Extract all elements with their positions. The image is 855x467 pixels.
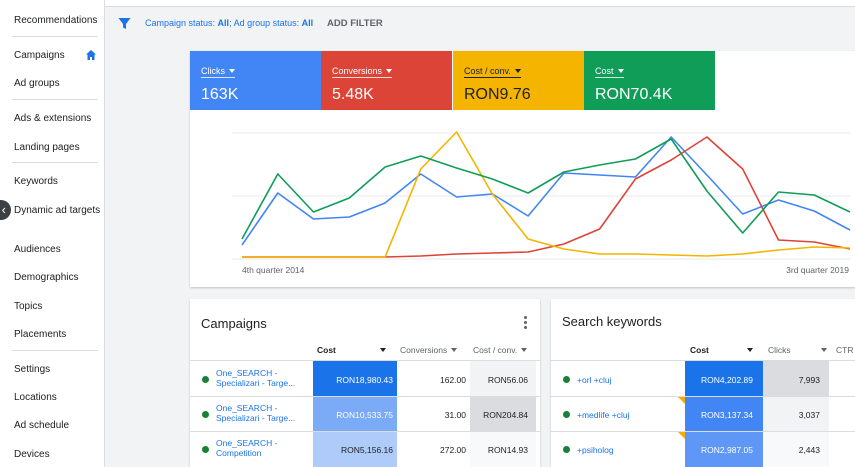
add-filter-button[interactable]: ADD FILTER bbox=[327, 18, 383, 29]
nav-divider bbox=[12, 36, 98, 37]
filter-icon[interactable] bbox=[118, 17, 131, 30]
status-enabled-icon bbox=[202, 446, 209, 453]
x-axis-start-label: 4th quarter 2014 bbox=[242, 265, 305, 275]
nav-recommendations[interactable]: Recommendations bbox=[14, 15, 102, 26]
cost-per-conv-value: RON204.84 bbox=[483, 410, 528, 420]
x-axis-end-label: 3rd quarter 2019 bbox=[786, 265, 849, 275]
nav-dynamic-ad-targets[interactable]: Dynamic ad targets bbox=[14, 205, 102, 216]
column-header-cost[interactable]: Cost bbox=[317, 345, 386, 355]
column-header-ctr[interactable]: CTR bbox=[836, 345, 853, 355]
keyword-link[interactable]: +psiholog bbox=[577, 445, 614, 455]
filter-summary[interactable]: Campaign status: All; Ad group status: A… bbox=[145, 18, 313, 28]
column-header-clicks[interactable]: Clicks bbox=[768, 345, 827, 355]
clicks-value: 7,993 bbox=[798, 375, 820, 385]
status-enabled-icon bbox=[202, 411, 209, 418]
nav-divider bbox=[12, 162, 98, 163]
cost-per-conv-value: RON14.93 bbox=[487, 445, 528, 455]
column-header-cost-per-conv[interactable]: Cost / conv. bbox=[473, 345, 528, 355]
caret-down-icon bbox=[746, 348, 753, 352]
caret-down-icon bbox=[379, 348, 386, 352]
nav-audiences[interactable]: Audiences bbox=[14, 244, 102, 255]
nav-demographics[interactable]: Demographics bbox=[14, 272, 102, 283]
keyword-link[interactable]: +orl +cluj bbox=[577, 375, 612, 385]
caret-down-icon bbox=[451, 348, 458, 352]
status-enabled-icon bbox=[563, 446, 570, 453]
home-icon[interactable] bbox=[85, 49, 97, 61]
cost-value: RON3,137.34 bbox=[701, 410, 753, 420]
clicks-value: 2,443 bbox=[798, 445, 820, 455]
nav-ad-groups[interactable]: Ad groups bbox=[14, 78, 102, 89]
top-bar bbox=[105, 0, 855, 7]
clicks-value: 3,037 bbox=[798, 410, 820, 420]
status-enabled-icon bbox=[563, 411, 570, 418]
chevron-left-icon: ‹ bbox=[1, 202, 6, 217]
nav-locations[interactable]: Locations bbox=[14, 392, 102, 403]
series-line-3 bbox=[241, 138, 851, 240]
cost-per-conv-value: RON56.06 bbox=[487, 375, 528, 385]
line-chart bbox=[232, 131, 851, 260]
nav-divider bbox=[12, 350, 98, 351]
performance-chart-card: Clicks 163K Conversions 5.48K Cost / con… bbox=[190, 51, 855, 287]
search-keywords-card: Search keywords Cost Clicks CTR +orl +cl… bbox=[551, 299, 855, 467]
nav-topics[interactable]: Topics bbox=[14, 301, 102, 312]
nav-devices[interactable]: Devices bbox=[14, 449, 102, 460]
warning-marker-icon bbox=[678, 397, 685, 404]
nav-settings[interactable]: Settings bbox=[14, 364, 102, 375]
nav-keywords[interactable]: Keywords bbox=[14, 176, 102, 187]
card-title: Search keywords bbox=[562, 314, 662, 329]
campaign-name-link[interactable]: One_SEARCH - Competition bbox=[216, 438, 308, 458]
conversions-value: 162.00 bbox=[440, 375, 466, 385]
series-line-0 bbox=[241, 136, 851, 246]
column-header-conversions[interactable]: Conversions bbox=[400, 345, 458, 355]
cost-value: RON5,156.16 bbox=[341, 445, 393, 455]
conversions-value: 272.00 bbox=[440, 445, 466, 455]
caret-down-icon bbox=[820, 348, 827, 352]
nav-landing-pages[interactable]: Landing pages bbox=[14, 142, 102, 153]
nav-placements[interactable]: Placements bbox=[14, 329, 102, 340]
status-enabled-icon bbox=[202, 376, 209, 383]
cost-value: RON10,533.75 bbox=[336, 410, 393, 420]
nav-divider bbox=[12, 99, 98, 100]
left-nav: Recommendations Campaigns Ad groups Ads … bbox=[0, 0, 105, 467]
campaigns-card: Campaigns Cost Conversions Cost / conv. … bbox=[190, 299, 540, 467]
card-title: Campaigns bbox=[201, 316, 267, 331]
series-line-1 bbox=[242, 136, 851, 258]
campaign-name-link[interactable]: One_SEARCH - Specializari - Targe... bbox=[216, 403, 308, 423]
nav-ads-extensions[interactable]: Ads & extensions bbox=[14, 113, 102, 124]
cost-value: RON4,202.89 bbox=[701, 375, 753, 385]
warning-marker-icon bbox=[678, 432, 685, 439]
campaign-name-link[interactable]: One_SEARCH - Specializari - Targe... bbox=[216, 368, 308, 388]
more-vert-icon[interactable] bbox=[524, 316, 528, 331]
keyword-link[interactable]: +medlife +cluj bbox=[577, 410, 629, 420]
caret-down-icon bbox=[521, 348, 528, 352]
status-enabled-icon bbox=[563, 376, 570, 383]
column-header-cost[interactable]: Cost bbox=[690, 345, 753, 355]
cost-value: RON2,987.05 bbox=[701, 445, 753, 455]
cost-value: RON18,980.43 bbox=[336, 375, 393, 385]
filter-bar: Campaign status: All; Ad group status: A… bbox=[105, 8, 855, 40]
nav-ad-schedule[interactable]: Ad schedule bbox=[14, 420, 102, 431]
conversions-value: 31.00 bbox=[444, 410, 466, 420]
